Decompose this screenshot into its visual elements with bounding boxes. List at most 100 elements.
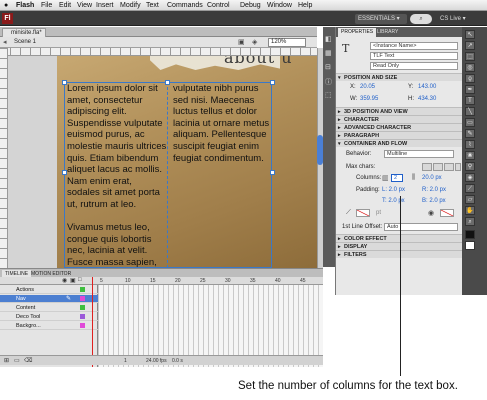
cs-live-menu[interactable]: CS Live ▾ <box>440 14 466 24</box>
columns-field[interactable]: 2 <box>391 174 403 182</box>
document-tab[interactable]: minisite.fla* <box>2 28 46 37</box>
zoom-select[interactable]: 120% <box>268 38 306 47</box>
eye-icon[interactable]: ◉ <box>62 277 67 284</box>
back-arrow-icon[interactable]: ◂ <box>3 38 7 46</box>
frame-number: 40 <box>275 278 281 284</box>
selection-tool-icon[interactable]: ↖ <box>465 30 475 39</box>
3d-rotation-tool-icon[interactable]: ◎ <box>465 63 475 72</box>
brush-tool-icon[interactable]: ⌇ <box>465 140 475 149</box>
edit-scene-icon[interactable]: ▣ <box>238 38 245 46</box>
layer-row[interactable]: Deco Tool <box>0 313 98 321</box>
text-tool-button-icon[interactable]: T <box>465 96 475 105</box>
behavior-label: Behavior: <box>346 151 372 157</box>
align-icon[interactable]: ⊟ <box>325 63 331 71</box>
layer-row[interactable]: Backgro... <box>0 322 98 330</box>
width-value[interactable]: 359.95 <box>360 96 378 102</box>
layer-row[interactable]: Actions <box>0 286 98 294</box>
fill-color-swatch[interactable] <box>465 241 475 250</box>
lock-icon[interactable]: ▣ <box>70 277 76 284</box>
align-bottom-icon[interactable] <box>444 163 454 171</box>
color-panel-icon[interactable]: ◧ <box>325 35 332 43</box>
instance-name-field[interactable]: <Instance Name> <box>370 42 458 50</box>
border-color-icon[interactable]: ⟋ <box>346 209 351 217</box>
menu-commands[interactable]: Commands <box>167 0 203 11</box>
tab-library[interactable]: LIBRARY <box>374 28 401 37</box>
section-advanced-character[interactable]: ADVANCED CHARACTER <box>336 123 463 132</box>
menu-modify[interactable]: Modify <box>120 0 141 11</box>
gutter-value[interactable]: 20.0 px <box>422 175 442 181</box>
pencil-tool-icon[interactable]: ✎ <box>465 129 475 138</box>
new-folder-icon[interactable]: ▭ <box>14 356 20 366</box>
edit-symbol-icon[interactable]: ◈ <box>252 38 257 46</box>
menu-window[interactable]: Window <box>267 0 292 11</box>
search-icon[interactable]: ⌕ <box>410 14 432 24</box>
lasso-tool-icon[interactable]: ϙ <box>465 74 475 83</box>
eraser-tool-icon[interactable]: ▱ <box>465 195 475 204</box>
border-swatch[interactable] <box>356 209 370 217</box>
menu-edit[interactable]: Edit <box>59 0 71 11</box>
stroke-color-swatch[interactable] <box>465 230 475 239</box>
apple-menu-icon[interactable]: ● <box>4 0 8 11</box>
section-container-flow[interactable]: CONTAINER AND FLOW <box>336 139 463 148</box>
workspace-switcher[interactable]: ESSENTIALS ▾ <box>355 14 407 24</box>
ruler-left <box>0 48 8 268</box>
align-middle-icon[interactable] <box>433 163 443 171</box>
layer-row[interactable]: Nav ✎ <box>0 295 98 303</box>
menu-insert[interactable]: Insert <box>96 0 114 11</box>
section-3d-position[interactable]: 3D POSITION AND VIEW <box>336 107 463 116</box>
info-icon[interactable]: ⓘ <box>325 77 332 87</box>
outline-icon[interactable]: □ <box>78 277 82 283</box>
fill-swatch[interactable] <box>440 209 454 217</box>
swatches-icon[interactable]: ▦ <box>325 49 332 57</box>
first-line-offset-select[interactable]: Auto <box>384 223 458 231</box>
tab-properties[interactable]: PROPERTIES <box>338 28 377 37</box>
layer-list: ◉ ▣ □ Actions Nav ✎ Content Deco Tool Bac… <box>0 277 98 367</box>
resize-handle[interactable] <box>270 170 275 175</box>
eyedropper-tool-icon[interactable]: ⟋ <box>465 184 475 193</box>
line-tool-icon[interactable]: ╲ <box>465 107 475 116</box>
justify-icon[interactable] <box>455 163 461 171</box>
menu-debug[interactable]: Debug <box>240 0 261 11</box>
rectangle-tool-icon[interactable]: ▭ <box>465 118 475 127</box>
behavior-select[interactable]: Multiline <box>384 150 454 158</box>
paint-bucket-tool-icon[interactable]: ◈ <box>465 173 475 182</box>
pen-tool-icon[interactable]: ✒ <box>465 85 475 94</box>
section-character[interactable]: CHARACTER <box>336 115 463 124</box>
x-value[interactable]: 20.05 <box>360 84 375 90</box>
section-paragraph[interactable]: PARAGRAPH <box>336 131 463 140</box>
padding-top[interactable]: T: 2.0 px <box>382 198 405 204</box>
menu-view[interactable]: View <box>77 0 92 11</box>
layer-header: ◉ ▣ □ <box>0 277 98 285</box>
text-engine-select[interactable]: TLF Text <box>370 52 458 60</box>
menu-control[interactable]: Control <box>207 0 230 11</box>
hand-tool-icon[interactable]: ✋ <box>465 206 475 215</box>
y-value[interactable]: 143.00 <box>418 84 436 90</box>
menu-help[interactable]: Help <box>298 0 312 11</box>
padding-right[interactable]: R: 2.0 px <box>422 187 446 193</box>
frame-number: 30 <box>225 278 231 284</box>
menu-file[interactable]: File <box>41 0 52 11</box>
zoom-tool-icon[interactable]: ⌕ <box>465 217 475 226</box>
frame-ruler[interactable]: 5 10 15 20 25 30 35 40 45 <box>98 277 323 285</box>
subselection-tool-icon[interactable]: ↗ <box>465 41 475 50</box>
text-type-select[interactable]: Read Only <box>370 62 458 70</box>
deco-tool-icon[interactable]: ❀ <box>465 151 475 160</box>
free-transform-tool-icon[interactable]: ⬚ <box>465 52 475 61</box>
height-value[interactable]: 434.30 <box>418 96 436 102</box>
fill-color-icon[interactable]: ◉ <box>428 209 434 217</box>
transform-icon[interactable]: ⬚ <box>325 91 332 99</box>
padding-bottom[interactable]: B: 2.0 px <box>422 198 446 204</box>
properties-panel: PROPERTIES LIBRARY T <Instance Name> TLF… <box>335 27 463 295</box>
layer-row[interactable]: Content <box>0 304 98 312</box>
playhead[interactable] <box>92 277 93 367</box>
frame-grid[interactable] <box>98 277 323 367</box>
section-position-size[interactable]: POSITION AND SIZE <box>336 73 463 82</box>
frame-rate[interactable]: 24.00 fps <box>146 356 167 366</box>
new-layer-icon[interactable]: ⊞ <box>4 356 9 366</box>
delete-layer-icon[interactable]: ⌫ <box>24 356 32 366</box>
align-top-icon[interactable] <box>422 163 432 171</box>
menu-app[interactable]: Flash <box>16 0 34 11</box>
padding-left[interactable]: L: 2.0 px <box>382 187 405 193</box>
menu-text[interactable]: Text <box>146 0 159 11</box>
bone-tool-icon[interactable]: ⚲ <box>465 162 475 171</box>
